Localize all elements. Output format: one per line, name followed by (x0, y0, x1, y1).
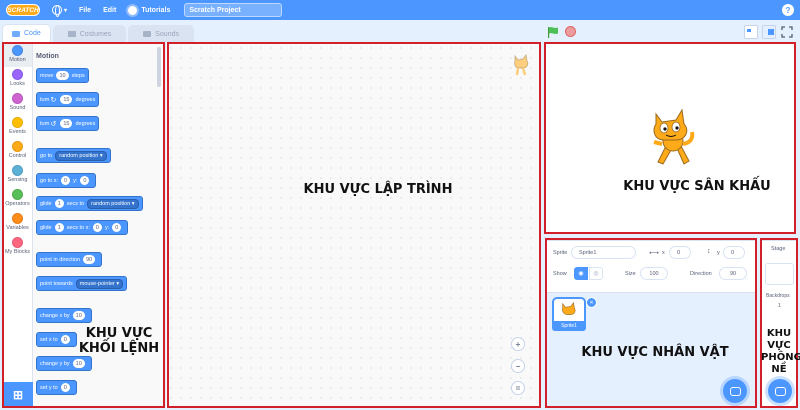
code-icon (12, 30, 20, 37)
lightbulb-icon (128, 5, 138, 15)
edit-menu[interactable]: Edit (103, 7, 116, 14)
scratch-logo[interactable]: SCRATCH (6, 4, 40, 16)
small-stage-button[interactable] (744, 25, 758, 39)
backdrop-annotation-line1: KHU (766, 328, 792, 339)
stage-annotation: KHU VỰC SÂN KHẤU (623, 179, 771, 194)
editor-tabs: Code Costumes Sounds (0, 24, 196, 42)
scratch-editor: SCRATCH ▾ File Edit Tutorials Scratch Pr… (0, 0, 800, 410)
speaker-icon (143, 31, 152, 37)
sprite-region-outline (545, 238, 757, 408)
blocks-annotation-line2: KHỐI LỆNH (78, 341, 160, 356)
backdrop-annotation-line3: PHÔNG (761, 352, 800, 363)
tab-sounds-label: Sounds (155, 30, 179, 38)
stop-icon[interactable] (565, 26, 576, 37)
code-area-annotation: KHU VỰC LẬP TRÌNH (303, 182, 453, 197)
menu-bar: SCRATCH ▾ File Edit Tutorials Scratch Pr… (0, 0, 800, 20)
chevron-down-icon: ▾ (64, 7, 68, 14)
file-menu[interactable]: File (79, 7, 91, 14)
brush-icon (67, 31, 76, 37)
tab-code[interactable]: Code (2, 24, 51, 42)
tab-costumes[interactable]: Costumes (52, 25, 127, 42)
help-button[interactable]: ? (782, 4, 794, 16)
tab-sounds[interactable]: Sounds (128, 25, 194, 42)
code-region-outline (167, 42, 541, 408)
backdrop-annotation-line2: VỰC (767, 340, 791, 351)
green-flag-icon[interactable] (547, 26, 559, 38)
globe-icon (52, 5, 62, 17)
tab-code-label: Code (24, 30, 41, 37)
tutorials-button[interactable]: Tutorials (128, 5, 171, 15)
fullscreen-icon[interactable] (780, 25, 794, 39)
tutorials-label: Tutorials (141, 6, 171, 14)
tab-costumes-label: Costumes (79, 30, 112, 38)
backdrop-annotation-line4: NỀ (771, 364, 787, 375)
sprites-annotation: KHU VỰC NHÂN VẬT (581, 345, 729, 360)
blocks-annotation-line1: KHU VỰC (85, 326, 153, 341)
stage-region-outline (544, 42, 796, 234)
backdrop-region-outline (760, 238, 798, 408)
project-title-input[interactable]: Scratch Project (184, 3, 283, 17)
language-menu[interactable]: ▾ (52, 5, 68, 17)
large-stage-button[interactable] (762, 25, 776, 39)
